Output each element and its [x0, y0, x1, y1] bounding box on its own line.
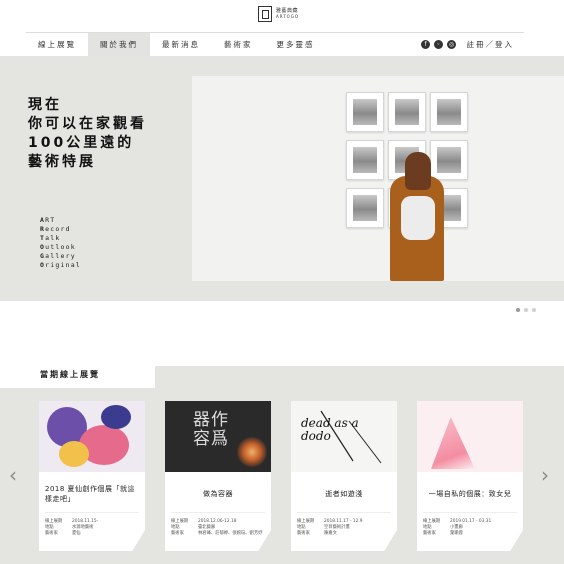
exhibition-card[interactable]: 器作 容爲 做為容器 線上展期 2018.12.06-12.18 地點 臺北藝廊 藝…	[165, 401, 271, 551]
acronym-line: Talk	[40, 234, 61, 242]
main-nav: 線上展覽 關於我們 最新消息 藝術家 更多靈感 f ◦ ◎ 註冊／登入	[26, 32, 524, 56]
exhibition-title: 一場自私的個展：致女兒	[423, 475, 517, 513]
exhibition-card[interactable]: dead as a dodo 逝者如遊淺 線上展期 2018.11.17 - 12…	[291, 401, 397, 551]
exhibition-card[interactable]: 2018 夏仙創作個展「就這樣走吧」 線上展期 2018.11.15- 地點 水源地…	[39, 401, 145, 551]
exhibition-poster: dead as a dodo	[291, 401, 397, 472]
exhibition-poster	[417, 401, 523, 472]
social-icons: f ◦ ◎	[421, 40, 456, 49]
exhibition-title: 2018 夏仙創作個展「就這樣走吧」	[45, 475, 139, 513]
meta-label: 藝術家	[171, 531, 184, 536]
exhibition-meta: 線上展期 2018.11.15- 地點 水源地藝術 藝術家 夏仙	[45, 519, 141, 537]
exhibition-card[interactable]: 一場自私的個展：致女兒 線上展期 2019.01.17 - 03.31 地點 小畫廊…	[417, 401, 523, 551]
poster-text: dead as a dodo	[301, 416, 359, 443]
carousel-dots	[516, 308, 536, 312]
login-link[interactable]: 註冊／登入	[467, 33, 515, 56]
meta-value: 林君峰、莊郁婷、張婉瑄、劉芳妤	[198, 531, 263, 536]
poster-shape	[101, 405, 131, 429]
facebook-icon[interactable]: f	[421, 40, 430, 49]
meta-value: 夏仙	[72, 531, 81, 536]
carousel-prev-chevron-icon[interactable]: ‹	[6, 463, 20, 487]
site-logo[interactable]: 雅藝典藏 ARTOGO	[258, 6, 299, 22]
exhibition-poster	[39, 401, 145, 472]
logo-mark-icon	[258, 6, 272, 22]
nav-item-online-exhibitions[interactable]: 線上展覽	[26, 33, 88, 56]
photo-frame	[346, 140, 384, 180]
acronym-line: Outlook	[40, 243, 76, 251]
exhibition-meta: 線上展期 2018.12.06-12.18 地點 臺北藝廊 藝術家 林君峰、莊郁婷、張…	[171, 519, 267, 537]
nav-item-about-us[interactable]: 關於我們	[88, 32, 150, 56]
visitor-hair	[405, 152, 431, 190]
carousel-next-chevron-icon[interactable]: ›	[538, 463, 552, 487]
meta-label: 藝術家	[297, 531, 310, 536]
exhibition-meta: 線上展期 2019.01.17 - 03.31 地點 小畫廊 藝術家 葉瑜蓉	[423, 519, 519, 537]
line-icon[interactable]: ◦	[434, 40, 443, 49]
photo-frame	[430, 140, 468, 180]
exhibition-meta: 線上展期 2018.11.17 - 12.9 地點 空目藝術計畫 藝術家 陳嘉文	[297, 519, 393, 537]
acronym-line: Record	[40, 225, 71, 233]
hero-banner: 現在 你可以在家觀看 100公里遠的 藝術特展 ART Record Talk …	[0, 56, 564, 301]
carousel-dot-active[interactable]	[516, 308, 520, 312]
meta-label: 藝術家	[423, 531, 436, 536]
hero-photo-gallery-visitor	[192, 76, 564, 281]
photo-frame	[346, 92, 384, 132]
carousel-dot[interactable]	[524, 308, 528, 312]
nav-item-artists[interactable]: 藝術家	[212, 33, 265, 56]
visitor-backpack	[401, 196, 435, 240]
nav-item-inspiration[interactable]: 更多靈感	[265, 33, 327, 56]
meta-value: 葉瑜蓉	[450, 531, 463, 536]
meta-value: 陳嘉文	[324, 531, 337, 536]
exhibitions-section-title: 當期線上展覽	[40, 370, 100, 379]
hero-acronym: ART Record Talk Outlook Gallery Original	[40, 216, 81, 270]
photo-frame	[430, 92, 468, 132]
acronym-line: Original	[40, 261, 81, 269]
poster-light	[237, 437, 267, 467]
exhibition-title: 逝者如遊淺	[297, 475, 391, 513]
poster-text: 器作 容爲	[193, 410, 229, 449]
carousel-dot[interactable]	[532, 308, 536, 312]
photo-frame	[388, 92, 426, 132]
instagram-icon[interactable]: ◎	[447, 40, 456, 49]
nav-item-news[interactable]: 最新消息	[150, 33, 212, 56]
exhibition-title: 做為容器	[171, 475, 265, 513]
meta-label: 藝術家	[45, 531, 58, 536]
poster-shape	[59, 441, 89, 467]
logo-text: 雅藝典藏 ARTOGO	[276, 8, 299, 20]
acronym-line: ART	[40, 216, 56, 224]
exhibition-poster: 器作 容爲	[165, 401, 271, 472]
acronym-line: Gallery	[40, 252, 76, 260]
poster-shape	[431, 417, 475, 469]
photo-frame	[346, 188, 384, 228]
page: 雅藝典藏 ARTOGO 線上展覽 關於我們 最新消息 藝術家 更多靈感 f ◦ …	[0, 0, 564, 564]
logo-en: ARTOGO	[276, 14, 300, 19]
hero-heading: 現在 你可以在家觀看 100公里遠的 藝術特展	[28, 97, 147, 170]
